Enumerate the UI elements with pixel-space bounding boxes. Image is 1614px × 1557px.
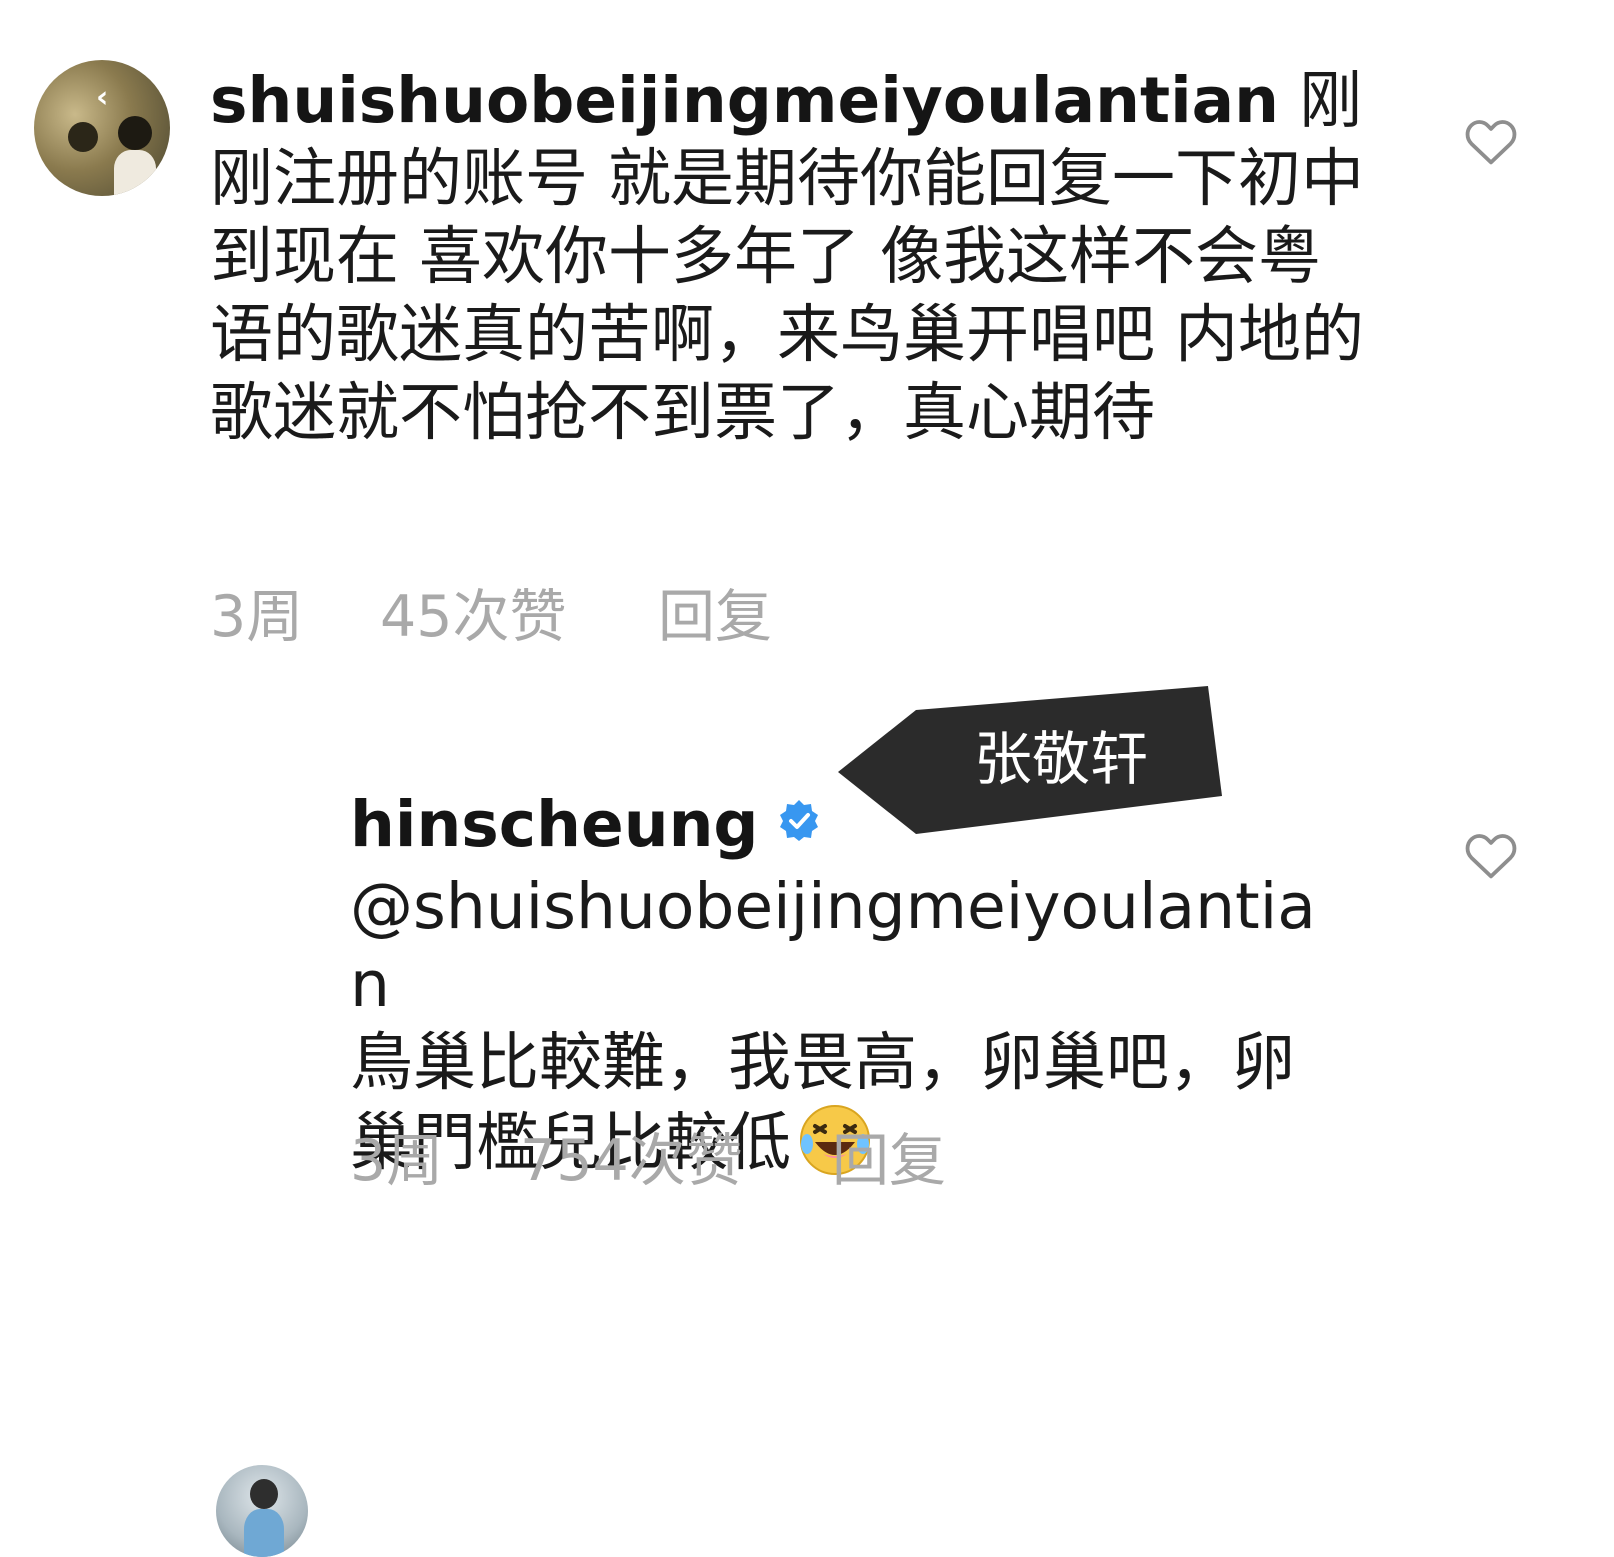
reply-like-count[interactable]: 754次赞 bbox=[520, 1126, 832, 1196]
reply-button[interactable]: 回复 bbox=[658, 582, 772, 652]
comment-body: shuishuobeijingmeiyoulantian 刚刚注册的账号 就是期… bbox=[210, 62, 1370, 452]
heart-icon[interactable] bbox=[1464, 830, 1518, 880]
heart-icon[interactable] bbox=[1464, 116, 1518, 166]
like-count[interactable]: 45次赞 bbox=[380, 582, 658, 652]
comment-time: 3周 bbox=[210, 584, 304, 650]
comment-item: ‹ shuishuobeijingmeiyoulantian 刚刚注册的账号 就… bbox=[0, 0, 1614, 690]
reply-mention[interactable]: @shuishuobeijingmeiyoulantian bbox=[350, 870, 1316, 1021]
reply-meta: 3周 754次赞 回复 bbox=[350, 1126, 946, 1196]
comment-meta: 3周 45次赞 回复 bbox=[210, 582, 772, 652]
comment-username[interactable]: shuishuobeijingmeiyoulantian bbox=[210, 64, 1279, 137]
reply-username-line: hinscheung bbox=[350, 782, 821, 864]
commenter-avatar[interactable]: ‹ bbox=[34, 60, 170, 196]
verified-badge-icon bbox=[777, 782, 821, 841]
reply-username[interactable]: hinscheung bbox=[350, 788, 759, 861]
reply-button[interactable]: 回复 bbox=[832, 1126, 946, 1196]
reply-time: 3周 bbox=[350, 1128, 444, 1194]
commenter-avatar[interactable] bbox=[216, 1465, 308, 1557]
